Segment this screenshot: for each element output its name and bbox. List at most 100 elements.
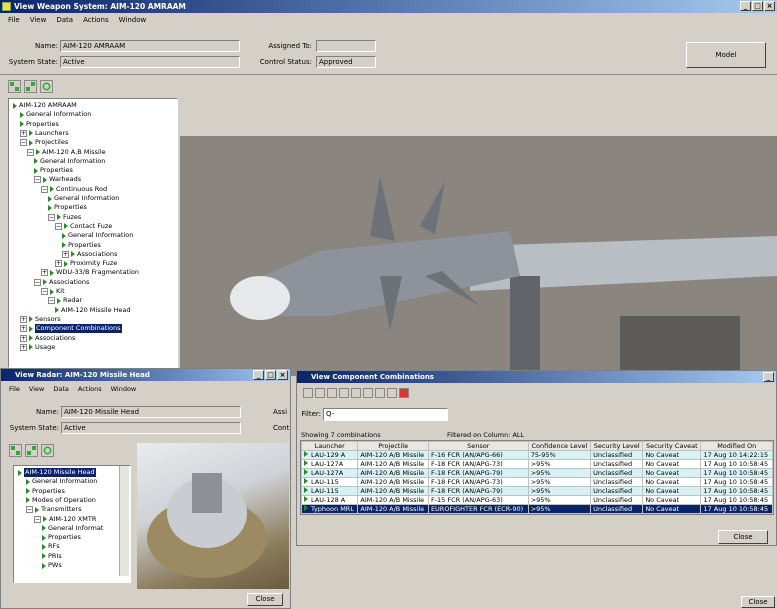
expand-icon[interactable]: + [20, 129, 27, 137]
model-button[interactable]: Model [686, 42, 766, 68]
radar-minimize-button[interactable]: _ [253, 370, 264, 380]
main-tree-node[interactable]: + WDU-33/B Fragmentation [41, 268, 139, 277]
radar-maximize-button[interactable]: □ [265, 370, 276, 380]
radar-tree-node[interactable]: − AIM-120 XMTR [34, 515, 96, 524]
expand-icon[interactable]: + [55, 260, 62, 268]
maximize-button[interactable]: □ [752, 1, 763, 11]
refresh-icon[interactable] [363, 388, 373, 398]
main-tree-panel[interactable]: AIM-120 AMRAAM General Information Propert… [8, 98, 178, 368]
expand-icon[interactable]: + [20, 343, 27, 351]
table-row[interactable]: LAU-127A AIM-120 A/B Missile F-18 FCR (AN/… [300, 459, 773, 469]
export-icon[interactable] [375, 388, 385, 398]
radar-refresh-icon[interactable] [41, 444, 54, 457]
table-row[interactable]: LAU-128 A AIM-120 A/B Missile F-15 FCR (AN… [300, 495, 773, 505]
main-tree-node[interactable]: Properties [62, 241, 101, 250]
column-header[interactable]: Launcher [300, 441, 359, 451]
main-tree-node[interactable]: − Warheads [34, 175, 81, 184]
collapse-icon[interactable]: − [48, 213, 55, 221]
table-row[interactable]: LAU-115 AIM-120 A/B Missile F-18 FCR (AN/A… [300, 477, 773, 487]
main-tree-node[interactable]: General Information [34, 157, 105, 166]
copy-icon[interactable] [351, 388, 361, 398]
radar-menu-data[interactable]: Data [53, 385, 69, 393]
radar-tree-node[interactable]: PRIs [42, 552, 62, 561]
column-header[interactable]: Security Caveat [642, 441, 702, 451]
main-tree-node[interactable]: − Radar [48, 296, 82, 305]
assigned-to-field[interactable] [316, 40, 376, 52]
menu-data[interactable]: Data [56, 13, 73, 27]
close-window-button[interactable]: × [764, 1, 775, 11]
collapse-icon[interactable]: − [48, 297, 55, 305]
main-tree-node[interactable]: − Contact Fuze [55, 222, 112, 231]
menu-window[interactable]: Window [119, 13, 147, 27]
main-tree-node[interactable]: General Information [48, 194, 119, 203]
radar-tree-node[interactable]: RFs [42, 542, 60, 551]
system-state-field[interactable]: Active [60, 56, 240, 68]
expand-icon[interactable]: + [20, 325, 27, 333]
radar-tree-node[interactable]: AIM-120 Missile Head [18, 468, 96, 477]
combinations-minimize-button[interactable]: _ [763, 372, 774, 382]
main-tree-node[interactable]: − Continuous Rod [41, 185, 107, 194]
main-tree-node[interactable]: Properties [20, 120, 59, 129]
main-tree-node[interactable]: + Component Combinations [20, 324, 122, 334]
collapse-icon[interactable]: − [26, 506, 33, 514]
radar-tree-panel[interactable]: AIM-120 Missile Head General Information P… [13, 465, 131, 583]
main-tree-node[interactable]: + Launchers [20, 129, 69, 138]
collapse-icon[interactable]: − [34, 515, 41, 523]
expand-icon[interactable]: + [62, 250, 69, 258]
main-tree-node[interactable]: − Fuzes [48, 213, 81, 222]
html-icon[interactable] [387, 388, 397, 398]
collapse-icon[interactable]: − [41, 185, 48, 193]
expand-icon[interactable]: + [20, 315, 27, 323]
radar-menu-file[interactable]: File [9, 385, 20, 393]
radar-tree-node[interactable]: − Transmitters [26, 505, 81, 514]
table-row[interactable]: LAU-129 A AIM-120 A/B Missile F-16 FCR (AN… [300, 450, 773, 460]
radar-expand-all-icon[interactable] [9, 444, 22, 457]
column-header[interactable]: Projectile [357, 441, 429, 451]
main-tree-node[interactable]: − Projectiles [20, 138, 68, 147]
main-tree-node[interactable]: + Sensors [20, 315, 61, 324]
radar-tree-node[interactable]: Modes of Operation [26, 496, 96, 505]
collapse-icon[interactable]: − [27, 148, 34, 156]
main-tree-node[interactable]: + Proximity Fuze [55, 259, 117, 268]
refresh-icon[interactable] [40, 80, 53, 93]
edit-icon[interactable] [327, 388, 337, 398]
expand-all-icon[interactable] [8, 80, 21, 93]
control-status-field[interactable]: Approved [316, 56, 376, 68]
collapse-icon[interactable]: − [41, 288, 48, 295]
radar-close-window-button[interactable]: × [277, 370, 288, 380]
radar-tree-node[interactable]: General Informat [42, 524, 103, 533]
radar-menu-window[interactable]: Window [111, 385, 137, 393]
main-tree-node[interactable]: AIM-120 Missile Head [55, 306, 131, 315]
bottom-close-button[interactable]: Close [741, 596, 775, 608]
radar-close-button[interactable]: Close [247, 593, 283, 606]
main-tree-node[interactable]: − Kit [41, 287, 65, 296]
open-icon[interactable] [315, 388, 325, 398]
column-header[interactable]: Security Level [590, 441, 644, 451]
main-tree-node[interactable]: General Information [62, 231, 133, 240]
radar-state-field[interactable]: Active [61, 422, 241, 434]
main-tree-node[interactable]: AIM-120 AMRAAM [13, 101, 77, 110]
radar-collapse-all-icon[interactable] [25, 444, 38, 457]
collapse-icon[interactable]: − [20, 139, 27, 147]
radar-menu-view[interactable]: View [29, 385, 44, 393]
main-tree-node[interactable]: Properties [34, 166, 73, 175]
collapse-icon[interactable]: − [34, 176, 41, 184]
column-header[interactable]: Modified On [700, 441, 773, 451]
collapse-icon[interactable]: − [34, 278, 41, 286]
radar-menu-actions[interactable]: Actions [78, 385, 102, 393]
main-tree-node[interactable]: General Information [20, 110, 91, 119]
main-tree-node[interactable]: − Associations [34, 278, 89, 287]
main-tree-node[interactable]: + Associations [20, 334, 75, 343]
expand-icon[interactable]: + [20, 334, 27, 342]
radar-tree-node[interactable]: Properties [26, 487, 65, 496]
radar-tree-scrollbar[interactable] [119, 466, 129, 576]
delete-icon[interactable] [339, 388, 349, 398]
pdf-icon[interactable] [399, 388, 409, 398]
name-field[interactable]: AIM-120 AMRAAM [60, 40, 240, 52]
main-tree-node[interactable]: Properties [48, 203, 87, 212]
radar-tree-node[interactable]: General Information [26, 477, 97, 486]
radar-tree-node[interactable]: PWs [42, 561, 62, 570]
table-row[interactable]: Typhoon MRL AIM-120 A/B Missile EUROFIGHTE… [300, 504, 773, 514]
expand-icon[interactable]: + [41, 269, 48, 277]
collapse-all-icon[interactable] [24, 80, 37, 93]
